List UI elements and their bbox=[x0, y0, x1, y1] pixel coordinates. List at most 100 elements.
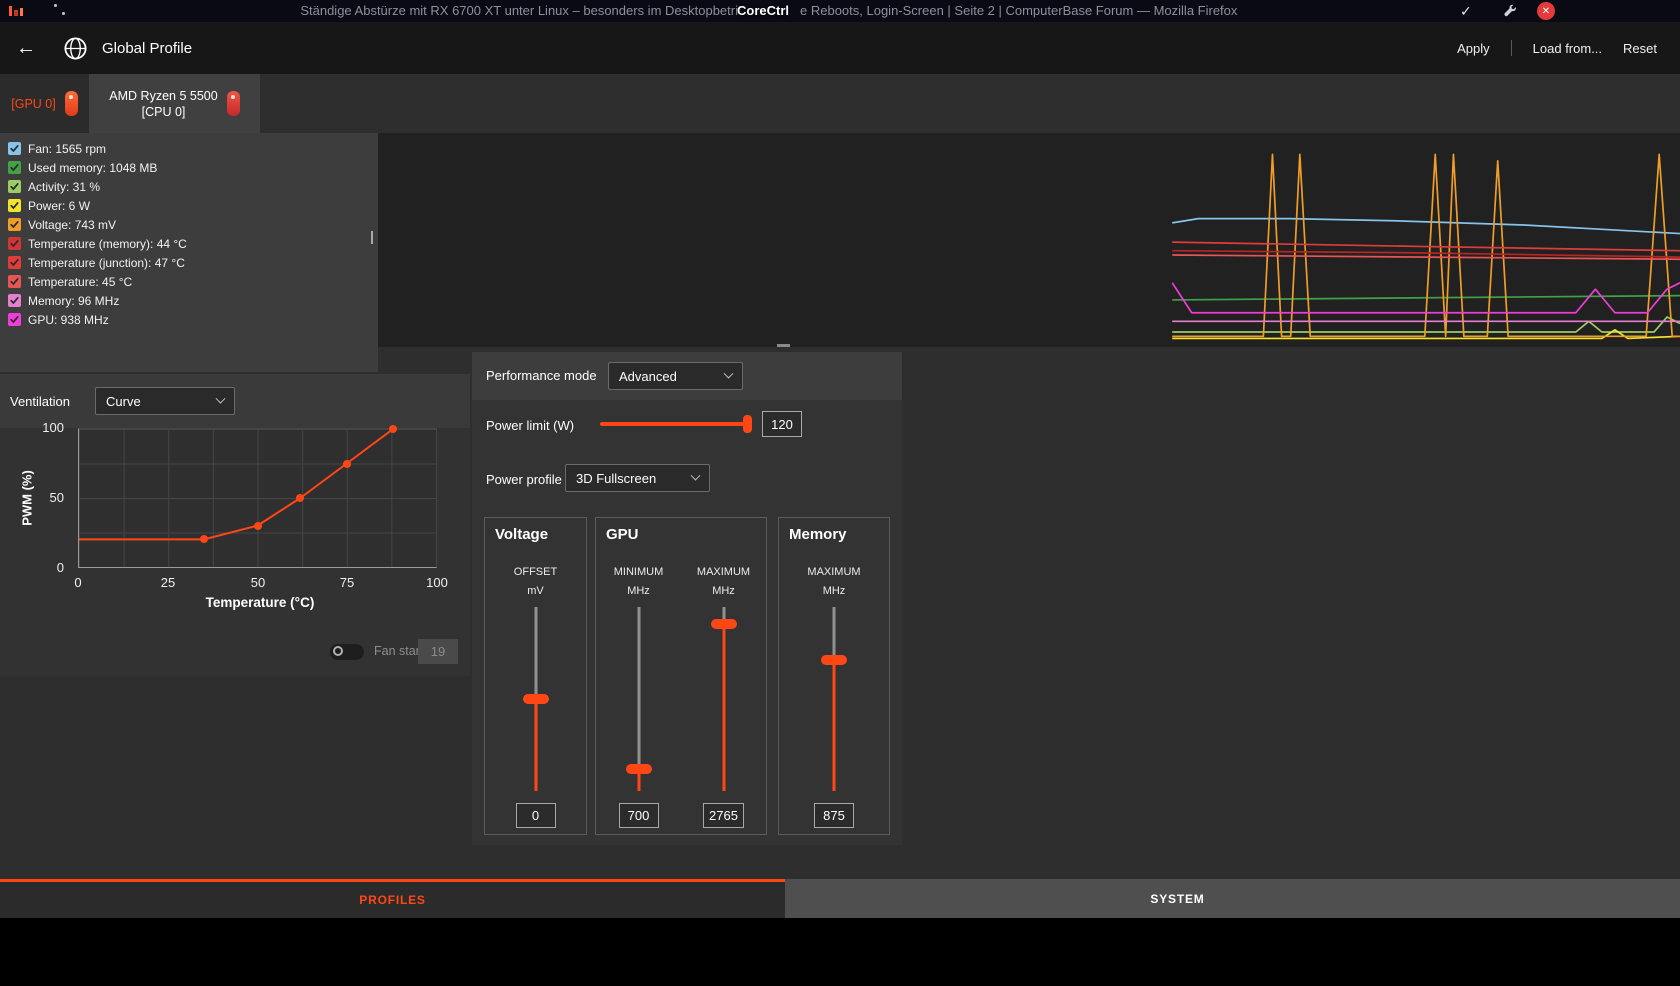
cursor-dot bbox=[54, 4, 57, 7]
curve-point[interactable] bbox=[253, 521, 262, 530]
curve-point[interactable] bbox=[389, 425, 398, 433]
splitter-handle-vertical[interactable] bbox=[371, 231, 373, 244]
background-window-title: Ständige Abstürze mit RX 6700 XT unter L… bbox=[300, 3, 738, 18]
sensor-legend-item[interactable]: Temperature: 45 °C bbox=[0, 272, 378, 291]
performance-mode-dropdown[interactable]: Advanced bbox=[608, 362, 743, 390]
sensor-legend-item[interactable]: Fan: 1565 rpm bbox=[0, 139, 378, 158]
sensor-legend-item[interactable]: Temperature (memory): 44 °C bbox=[0, 234, 378, 253]
close-button[interactable]: ✕ bbox=[1537, 2, 1555, 20]
slider-handle[interactable] bbox=[821, 655, 847, 666]
x-tick: 50 bbox=[250, 575, 266, 590]
voltage-group: Voltage OFFSET mV 0 bbox=[484, 517, 587, 835]
gpu-min-slider[interactable] bbox=[624, 607, 654, 791]
slider-fill bbox=[722, 623, 725, 791]
check-icon[interactable]: ✓ bbox=[1460, 2, 1472, 20]
slider-fill bbox=[534, 699, 537, 791]
power-limit-value[interactable]: 120 bbox=[762, 411, 802, 437]
slider-fill bbox=[832, 660, 836, 791]
chevron-down-icon bbox=[690, 470, 701, 481]
cpu-chip-icon bbox=[226, 91, 240, 116]
y-tick: 100 bbox=[42, 420, 64, 435]
sensor-label: Memory: 96 MHz bbox=[28, 293, 120, 308]
apply-button[interactable]: Apply bbox=[1457, 41, 1490, 56]
divider bbox=[1510, 40, 1512, 56]
sensor-label: Temperature (junction): 47 °C bbox=[28, 255, 185, 270]
device-tabs: [GPU 0] AMD Ryzen 5 5500 [CPU 0] bbox=[0, 74, 1680, 133]
slider-handle[interactable] bbox=[625, 763, 652, 774]
sensor-legend-item[interactable]: Activity: 31 % bbox=[0, 177, 378, 196]
slider-handle[interactable] bbox=[522, 694, 549, 704]
voltage-offset-value[interactable]: 0 bbox=[515, 803, 556, 828]
desktop-background bbox=[0, 918, 1680, 986]
splitter-handle-horizontal[interactable] bbox=[777, 344, 790, 347]
sensor-checkbox[interactable] bbox=[8, 275, 21, 288]
sensor-legend-item[interactable]: Power: 6 W bbox=[0, 196, 378, 215]
memory-group: Memory MAXIMUM MHz 875 bbox=[778, 517, 890, 835]
ventilation-panel: Ventilation Curve PWM (%) 100 50 0 0 25 … bbox=[0, 374, 470, 676]
tray-bar bbox=[14, 10, 18, 16]
dropdown-value: 3D Fullscreen bbox=[576, 470, 657, 486]
sensor-label: Temperature: 45 °C bbox=[28, 274, 133, 289]
reset-button[interactable]: Reset bbox=[1623, 41, 1657, 56]
tab-cpu0[interactable]: AMD Ryzen 5 5500 [CPU 0] bbox=[89, 74, 260, 133]
fan-start-value[interactable]: 19 bbox=[418, 639, 458, 664]
curve-point[interactable] bbox=[296, 494, 305, 502]
gpu-minimum-label: MINIMUM bbox=[613, 566, 664, 578]
gpu-max-value[interactable]: 2765 bbox=[703, 803, 744, 828]
sensor-legend-item[interactable]: Used memory: 1048 MB bbox=[0, 158, 378, 177]
curve-point[interactable] bbox=[199, 535, 208, 544]
memory-max-value[interactable]: 875 bbox=[814, 803, 854, 828]
power-limit-label: Power limit (W) bbox=[486, 418, 575, 433]
chevron-down-icon bbox=[215, 393, 226, 404]
sensor-checkbox[interactable] bbox=[8, 161, 21, 174]
wrench-icon[interactable] bbox=[1502, 3, 1517, 18]
sensor-checkbox[interactable] bbox=[8, 218, 21, 231]
sensor-checkbox[interactable] bbox=[8, 294, 21, 307]
gpu-max-slider[interactable] bbox=[709, 607, 739, 791]
arrow-left-icon: ← bbox=[16, 37, 36, 59]
power-profile-label: Power profile bbox=[486, 472, 562, 487]
tray-bar bbox=[9, 6, 13, 16]
sensor-legend-item[interactable]: GPU: 938 MHz bbox=[0, 310, 378, 329]
sensor-label: Power: 6 W bbox=[28, 198, 91, 213]
dropdown-value: Advanced bbox=[619, 368, 677, 384]
sensor-checkbox[interactable] bbox=[8, 237, 21, 250]
power-limit-slider[interactable] bbox=[600, 415, 752, 433]
x-tick: 75 bbox=[339, 575, 355, 590]
sensor-checkbox[interactable] bbox=[8, 256, 21, 269]
memory-max-slider[interactable] bbox=[819, 607, 849, 791]
ventilation-mode-dropdown[interactable]: Curve bbox=[95, 387, 235, 415]
sensor-checkbox[interactable] bbox=[8, 313, 21, 326]
voltage-offset-slider[interactable] bbox=[521, 607, 551, 791]
sensor-label: Voltage: 743 mV bbox=[28, 217, 117, 232]
sensor-checkbox[interactable] bbox=[8, 199, 21, 212]
sensor-checkbox[interactable] bbox=[8, 180, 21, 193]
sensor-checkbox[interactable] bbox=[8, 142, 21, 155]
power-profile-dropdown[interactable]: 3D Fullscreen bbox=[565, 464, 710, 492]
sensor-legend-item[interactable]: Memory: 96 MHz bbox=[0, 291, 378, 310]
x-tick: 100 bbox=[426, 575, 448, 590]
sensor-legend-item[interactable]: Voltage: 743 mV bbox=[0, 215, 378, 234]
tab-profiles[interactable]: PROFILES bbox=[0, 879, 785, 918]
sensor-legend-item[interactable]: Temperature (junction): 47 °C bbox=[0, 253, 378, 272]
load-from-button[interactable]: Load from... bbox=[1533, 41, 1602, 56]
tab-system[interactable]: SYSTEM bbox=[785, 879, 1680, 918]
ventilation-header: Ventilation bbox=[0, 374, 470, 428]
gpu-group: GPU MINIMUM MHz 700 MAXIMUM MHz 2765 bbox=[595, 517, 767, 835]
sensor-label: Used memory: 1048 MB bbox=[28, 160, 158, 175]
sensor-label: Temperature (memory): 44 °C bbox=[28, 236, 187, 251]
gpu-chip-icon bbox=[64, 91, 78, 116]
slider-handle[interactable] bbox=[743, 415, 752, 433]
voltage-group-title: Voltage bbox=[495, 526, 549, 543]
tray-icon[interactable] bbox=[7, 3, 25, 18]
tab-gpu0[interactable]: [GPU 0] bbox=[0, 74, 89, 133]
curve-point[interactable] bbox=[342, 459, 351, 468]
corectrl-window: Ständige Abstürze mit RX 6700 XT unter L… bbox=[0, 0, 1680, 986]
gpu-min-value[interactable]: 700 bbox=[618, 803, 659, 828]
x-tick: 0 bbox=[74, 575, 82, 590]
dropdown-value: Curve bbox=[106, 393, 141, 409]
fan-start-label: Fan start bbox=[374, 644, 424, 658]
fan-start-toggle[interactable] bbox=[330, 644, 364, 660]
slider-handle[interactable] bbox=[710, 618, 737, 629]
back-button[interactable]: ← bbox=[16, 38, 36, 58]
